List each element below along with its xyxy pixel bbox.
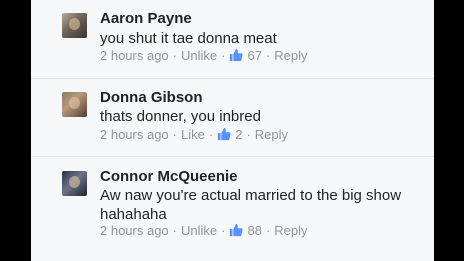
comment-item: Aaron Payne you shut it tae donna meat 2… <box>31 0 434 78</box>
meta-separator: · <box>246 127 251 142</box>
comment-text-line: hahahaha <box>100 206 167 223</box>
comment-item: Connor McQueenie Aw naw you're actual ma… <box>31 157 434 261</box>
comment-meta: 2 hours ago · Unlike · 67 · Reply <box>100 48 308 63</box>
like-count[interactable]: 2 <box>235 127 242 142</box>
avatar[interactable] <box>62 13 87 38</box>
meta-separator: · <box>172 127 178 142</box>
comment-text: you shut it tae donna meat <box>100 30 277 47</box>
comment-time[interactable]: 2 hours ago <box>100 223 169 238</box>
meta-separator: · <box>172 48 178 63</box>
meta-separator: · <box>265 223 271 238</box>
thumbs-up-icon[interactable] <box>229 223 243 237</box>
meta-separator: · <box>221 48 226 63</box>
avatar-face <box>69 176 80 188</box>
avatar[interactable] <box>62 92 87 117</box>
reply-button[interactable]: Reply <box>274 223 307 238</box>
comment-text-line: Aw naw you're actual married to the big … <box>100 187 402 204</box>
meta-separator: · <box>221 223 226 238</box>
avatar-face <box>69 18 80 30</box>
meta-separator: · <box>172 223 178 238</box>
like-button[interactable]: Unlike <box>181 48 217 63</box>
meta-separator: · <box>208 127 214 142</box>
comment-text: Aw naw you're actual married to the big … <box>100 186 420 224</box>
like-button[interactable]: Unlike <box>181 223 217 238</box>
like-count[interactable]: 67 <box>247 48 261 63</box>
avatar-face <box>69 97 80 109</box>
comment-meta: 2 hours ago · Unlike · 88 · Reply <box>100 223 308 238</box>
like-button[interactable]: Like <box>181 127 205 142</box>
reply-button[interactable]: Reply <box>274 48 307 63</box>
comment-meta: 2 hours ago · Like · 2 · Reply <box>100 127 288 142</box>
reply-button[interactable]: Reply <box>255 127 288 142</box>
comment-time[interactable]: 2 hours ago <box>100 48 169 63</box>
meta-separator: · <box>265 48 271 63</box>
thumbs-up-icon[interactable] <box>217 127 231 141</box>
like-count[interactable]: 88 <box>247 223 261 238</box>
avatar[interactable] <box>62 171 87 196</box>
comment-text: thats donner, you inbred <box>100 108 261 125</box>
comments-panel: Aaron Payne you shut it tae donna meat 2… <box>31 0 434 261</box>
thumbs-up-icon[interactable] <box>229 48 243 62</box>
comment-item: Donna Gibson thats donner, you inbred 2 … <box>31 79 434 156</box>
comment-author[interactable]: Aaron Payne <box>100 10 192 27</box>
comment-time[interactable]: 2 hours ago <box>100 127 169 142</box>
comment-author[interactable]: Connor McQueenie <box>100 168 238 185</box>
comment-author[interactable]: Donna Gibson <box>100 89 203 106</box>
